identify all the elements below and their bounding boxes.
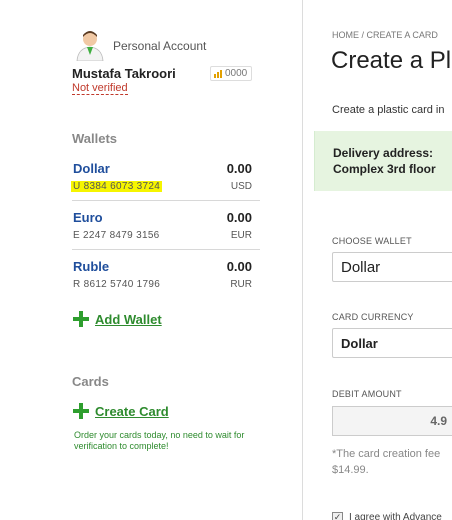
cards-heading: Cards	[72, 374, 109, 389]
wallet-item-euro[interactable]: Euro E 2247 8479 3156 0.00 EUR	[72, 202, 260, 250]
choose-wallet-select[interactable]: Dollar	[332, 252, 452, 282]
wallet-name[interactable]: Euro	[73, 210, 103, 225]
rating-value: 0000	[225, 68, 248, 79]
create-card-button[interactable]: Create Card	[73, 403, 169, 419]
sidebar: Personal Account Mustafa Takroori Not ve…	[0, 0, 303, 520]
rating-badge[interactable]: 0000	[210, 66, 253, 81]
card-fee-note-line: *The card creation fee	[332, 448, 441, 460]
page-title: Create a Pl	[331, 47, 452, 74]
wallets-heading: Wallets	[72, 131, 118, 146]
wallet-balance: 0.00	[226, 161, 252, 176]
wallet-currency: USD	[230, 181, 252, 192]
plus-icon	[73, 311, 89, 327]
account-name: Mustafa Takroori	[72, 66, 176, 81]
plus-icon	[73, 403, 89, 419]
wallet-number: R 8612 5740 1796	[73, 279, 161, 290]
wallet-item-dollar[interactable]: Dollar U 8384 6073 3724 0.00 USD	[71, 153, 260, 201]
cards-promo-note: Order your cards today, no need to wait …	[74, 430, 245, 451]
verification-status-link[interactable]: Not verified	[72, 82, 128, 95]
delivery-address-box: Delivery address: Complex 3rd floor	[314, 131, 452, 191]
wallet-balance: 0.00	[226, 259, 252, 274]
wallet-number: E 2247 8479 3156	[73, 230, 160, 241]
breadcrumb[interactable]: HOME / CREATE A CARD	[332, 30, 438, 40]
wallet-currency: EUR	[230, 230, 252, 241]
card-currency-select[interactable]: Dollar	[332, 328, 452, 358]
rating-bars-icon	[214, 69, 222, 78]
user-avatar-icon	[76, 31, 104, 61]
wallet-number: U 8384 6073 3724	[71, 181, 163, 192]
wallet-name[interactable]: Ruble	[73, 259, 109, 274]
agree-terms-row[interactable]: ✓ I agree with Advance	[332, 512, 442, 520]
delivery-address-label: Delivery address:	[333, 146, 434, 160]
agree-checkbox[interactable]: ✓	[332, 512, 343, 520]
delivery-address-value: Complex 3rd floor	[333, 162, 436, 176]
add-wallet-button[interactable]: Add Wallet	[73, 311, 162, 327]
wallet-balance: 0.00	[226, 210, 252, 225]
card-fee-note-amount: $14.99.	[332, 464, 369, 476]
account-type-label: Personal Account	[113, 39, 207, 53]
main-content: HOME / CREATE A CARD Create a Pl Create …	[304, 0, 452, 520]
debit-amount-label: DEBIT AMOUNT	[332, 389, 402, 399]
wallet-name[interactable]: Dollar	[73, 161, 110, 176]
choose-wallet-label: CHOOSE WALLET	[332, 236, 412, 246]
intro-text: Create a plastic card in	[332, 104, 445, 116]
wallet-currency: RUR	[230, 279, 252, 290]
add-wallet-link[interactable]: Add Wallet	[95, 312, 162, 327]
card-fee-note: *The card creation fee $14.99.	[332, 446, 452, 478]
agree-terms-label: I agree with Advance	[349, 512, 442, 520]
card-currency-label: CARD CURRENCY	[332, 312, 414, 322]
create-card-link[interactable]: Create Card	[95, 404, 169, 419]
debit-amount-field[interactable]: 4.9	[332, 406, 452, 436]
wallet-item-ruble[interactable]: Ruble R 8612 5740 1796 0.00 RUR	[72, 251, 260, 299]
